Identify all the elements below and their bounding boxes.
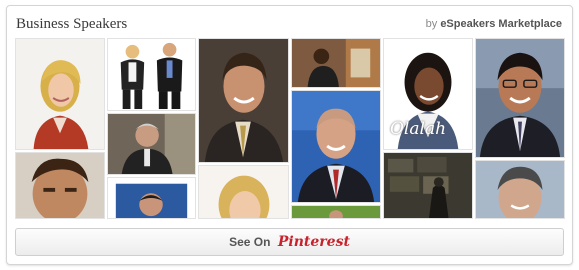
byline-author-link[interactable]: eSpeakers Marketplace bbox=[440, 18, 562, 30]
pin-photo-smiling-man-glasses[interactable] bbox=[475, 38, 565, 158]
byline-prefix: by bbox=[425, 18, 438, 30]
pin-photo-man-green-backdrop[interactable] bbox=[291, 205, 381, 219]
pinterest-board-widget: Business Speakers by eSpeakers Marketpla… bbox=[6, 5, 573, 265]
pin-photo-blonde-woman-red-jacket[interactable] bbox=[15, 38, 105, 150]
pin-photo-man-blue-backdrop[interactable] bbox=[107, 177, 196, 219]
pin-photo-speaker-on-stage[interactable] bbox=[291, 38, 381, 88]
see-on-pinterest-button[interactable]: See On Pinterest bbox=[15, 228, 564, 256]
olalah-caption: Olalah bbox=[390, 119, 447, 139]
board-byline: by eSpeakers Marketplace bbox=[426, 18, 562, 30]
pin-photo-smiling-man-suit[interactable] bbox=[198, 38, 289, 163]
pin-photo-gray-haired-man[interactable] bbox=[107, 113, 196, 175]
pinterest-logo-text: Pinterest bbox=[277, 234, 350, 250]
pin-photo-dark-haired-man[interactable] bbox=[15, 152, 105, 219]
pin-photo-blonde-woman[interactable] bbox=[198, 165, 289, 219]
pin-photo-bald-man-red-tie[interactable] bbox=[291, 90, 381, 203]
pin-photo-olalah-woman[interactable]: Olalah bbox=[383, 38, 473, 150]
board-title[interactable]: Business Speakers bbox=[16, 16, 127, 33]
pin-grid: Olalah bbox=[15, 38, 565, 219]
pin-photo-business-couple[interactable] bbox=[107, 38, 196, 111]
pin-photo-stone-wall-figure[interactable] bbox=[383, 152, 473, 219]
pin-photo-man-gray-hair[interactable] bbox=[475, 160, 565, 219]
see-on-label: See On bbox=[229, 235, 271, 249]
